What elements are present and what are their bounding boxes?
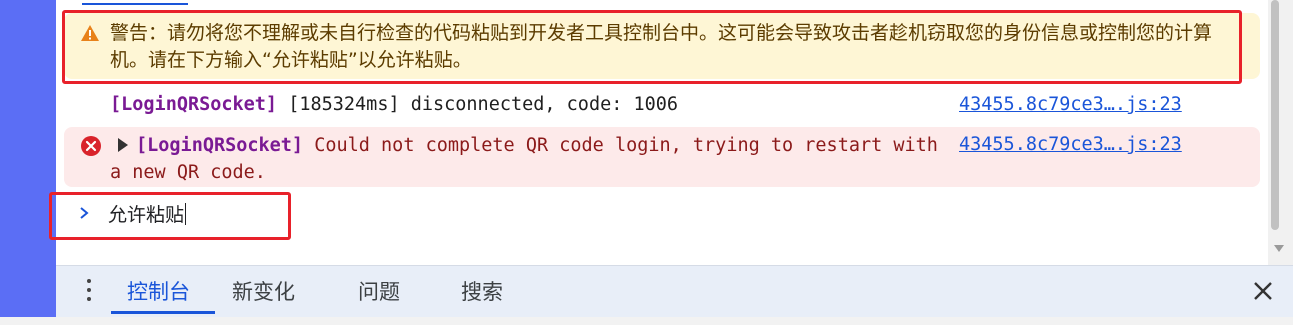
more-vertical-icon[interactable] [86,279,92,305]
highlight-box-warning [62,10,1242,84]
log-source-link[interactable]: 43455.8c79ce3….js:23 [959,92,1182,118]
log-text: [185324ms] disconnected, code: 1006 [277,94,679,115]
tab-search[interactable]: 搜索 [461,277,503,307]
error-tag: [LoginQRSocket] [136,135,304,156]
error-source-link[interactable]: 43455.8c79ce3….js:23 [959,132,1182,158]
log-message: [LoginQRSocket] [185324ms] disconnected,… [110,92,678,118]
previous-log-link-fragment[interactable] [82,0,188,5]
tab-console[interactable]: 控制台 [127,277,190,307]
log-tag: [LoginQRSocket] [110,94,278,115]
error-text: [LoginQRSocket] Could not complete QR co… [110,132,940,186]
tab-issues[interactable]: 问题 [358,277,400,307]
scrollbar-thumb[interactable] [1271,0,1279,230]
window-bottom-edge [0,317,1293,325]
close-icon[interactable] [1252,280,1274,302]
error-circle-icon [81,136,101,156]
scroll-down-arrow-icon[interactable] [1274,245,1284,252]
console-scrollbar[interactable] [1268,0,1293,265]
tab-whats-new[interactable]: 新变化 [232,277,295,307]
link-underline [82,3,188,5]
left-page-strip [0,0,56,325]
highlight-box-input [49,192,291,240]
active-tab-indicator [111,311,215,314]
